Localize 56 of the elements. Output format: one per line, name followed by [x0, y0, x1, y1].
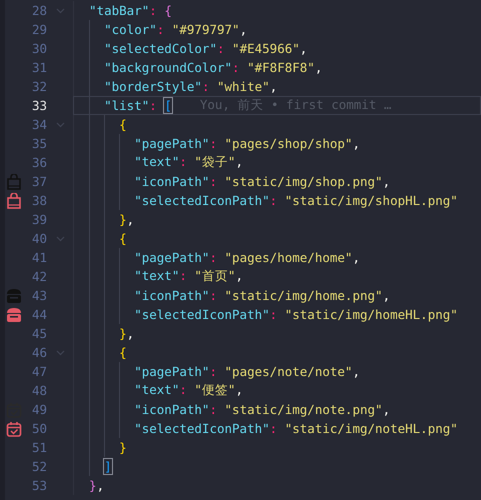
- code-line: "selectedIconPath": "static/img/homeHL.png": [134, 307, 458, 322]
- code-line: "text": "便签",: [134, 382, 243, 399]
- fold-chevron-icon[interactable]: [56, 350, 64, 356]
- line-number: 43: [30, 288, 47, 303]
- code-line: "selectedIconPath": "static/img/noteHL.png": [134, 421, 458, 436]
- line-number: 45: [30, 326, 47, 341]
- line-number: 30: [30, 41, 47, 56]
- code-line: ]: [104, 459, 112, 474]
- code-line: "selectedIconPath": "static/img/shopHL.png": [134, 193, 458, 208]
- code-line: },: [89, 478, 104, 493]
- code-line: "selectedColor": "#E45966",: [104, 41, 308, 56]
- line-number: 36: [30, 155, 47, 170]
- code-line: {: [119, 345, 127, 360]
- code-line: },: [119, 212, 134, 227]
- line-number: 35: [30, 136, 47, 151]
- code-line: "pagePath": "pages/shop/shop",: [134, 136, 360, 151]
- line-number: 37: [30, 174, 47, 189]
- code-line: "borderStyle": "white",: [104, 79, 278, 94]
- line-number: 52: [30, 459, 47, 474]
- code-line: "text": "袋子",: [134, 154, 243, 171]
- line-number: 32: [30, 79, 47, 94]
- line-number: 29: [30, 22, 47, 37]
- code-line: "pagePath": "pages/note/note",: [134, 364, 360, 379]
- line-number: 31: [30, 60, 47, 75]
- line-number: 46: [30, 345, 47, 360]
- fold-chevron-icon[interactable]: [56, 236, 64, 242]
- line-number: 38: [30, 193, 47, 208]
- code-line: },: [119, 326, 134, 341]
- line-number: 40: [30, 231, 47, 246]
- line-number: 34: [30, 117, 47, 132]
- code-line: "list": [: [104, 98, 172, 113]
- code-line: "tabBar": {: [89, 3, 172, 18]
- line-number: 28: [30, 3, 47, 18]
- code-line: {: [119, 231, 127, 246]
- code-line: {: [119, 117, 127, 132]
- code-line: }: [119, 440, 127, 455]
- line-number: 49: [30, 402, 47, 417]
- code-line: "text": "首页",: [134, 268, 243, 285]
- code-line: "color": "#979797",: [104, 22, 248, 37]
- line-number: 44: [30, 307, 47, 322]
- code-line: "iconPath": "static/img/shop.png",: [134, 174, 390, 189]
- line-number: 41: [30, 250, 47, 265]
- line-number: 39: [30, 212, 47, 227]
- fold-chevron-icon[interactable]: [56, 122, 64, 128]
- fold-chevron-icon[interactable]: [56, 8, 64, 14]
- line-number: 48: [30, 383, 47, 398]
- line-number: 53: [30, 478, 47, 493]
- line-number: 33: [30, 98, 47, 113]
- line-number: 47: [30, 364, 47, 379]
- code-line: "backgroundColor": "#F8F8F8",: [104, 60, 322, 75]
- line-number: 50: [30, 421, 47, 436]
- line-number: 42: [30, 269, 47, 284]
- code-line: "pagePath": "pages/home/home",: [134, 250, 360, 265]
- code-line: "iconPath": "static/img/note.png",: [134, 402, 390, 417]
- line-number: 51: [30, 440, 47, 455]
- code-line: "iconPath": "static/img/home.png",: [134, 288, 390, 303]
